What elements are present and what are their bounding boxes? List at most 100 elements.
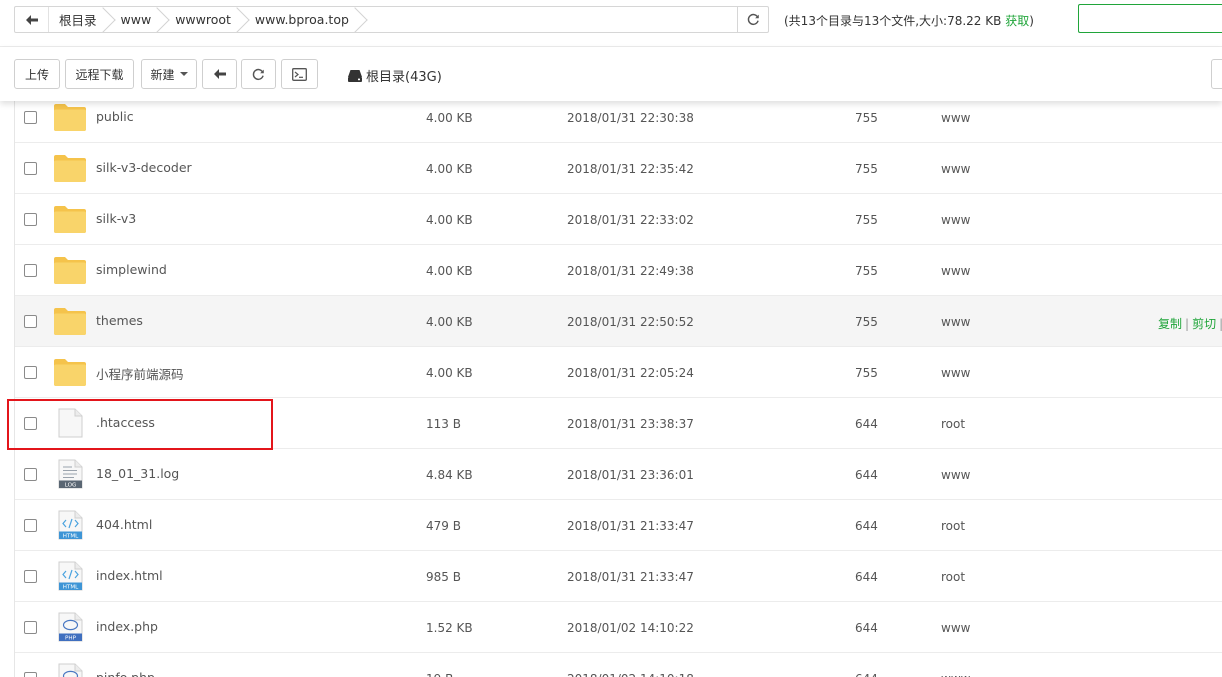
file-row[interactable]: themes 4.00 KB 2018/01/31 22:50:52 755 www 复制…: [15, 296, 1222, 347]
file-row[interactable]: silk-v3 4.00 KB 2018/01/31 22:33:02 755 www: [15, 194, 1222, 245]
svg-text:HTML: HTML: [63, 534, 79, 540]
row-checkbox[interactable]: [24, 213, 37, 226]
row-checkbox[interactable]: [24, 672, 37, 677]
folder-icon[interactable]: [53, 153, 87, 183]
file-name[interactable]: index.php: [96, 619, 158, 634]
breadcrumb-input-area[interactable]: [363, 7, 737, 32]
caret-down-icon: [179, 72, 188, 76]
breadcrumb: 根目录 www wwwroot www.bproa.top: [14, 6, 769, 33]
file-permission[interactable]: 755: [855, 111, 878, 125]
file-owner[interactable]: www: [941, 264, 970, 278]
file-modified-time: 2018/01/31 22:50:52: [567, 315, 694, 329]
folder-icon[interactable]: [53, 204, 87, 234]
log-file-icon[interactable]: LOG: [53, 459, 87, 489]
file-name[interactable]: index.html: [96, 568, 163, 583]
file-owner[interactable]: www: [941, 162, 970, 176]
terminal-button[interactable]: [281, 59, 318, 89]
file-owner[interactable]: www: [941, 213, 970, 227]
file-row[interactable]: 小程序前端源码 4.00 KB 2018/01/31 22:05:24 755 www: [15, 347, 1222, 398]
file-permission[interactable]: 755: [855, 213, 878, 227]
row-checkbox[interactable]: [24, 519, 37, 532]
file-permission[interactable]: 755: [855, 264, 878, 278]
row-checkbox[interactable]: [24, 468, 37, 481]
file-owner[interactable]: www: [941, 366, 970, 380]
row-checkbox[interactable]: [24, 570, 37, 583]
folder-icon[interactable]: [53, 255, 87, 285]
search-input[interactable]: [1078, 4, 1222, 33]
svg-text:HTML: HTML: [63, 585, 79, 591]
file-name[interactable]: public: [96, 109, 134, 124]
svg-text:LOG: LOG: [65, 483, 77, 489]
file-row[interactable]: simplewind 4.00 KB 2018/01/31 22:49:38 755 w…: [15, 245, 1222, 296]
file-owner[interactable]: www: [941, 315, 970, 329]
file-size: 1.52 KB: [426, 621, 473, 635]
file-permission[interactable]: 644: [855, 621, 878, 635]
file-name[interactable]: 18_01_31.log: [96, 466, 179, 481]
file-owner[interactable]: www: [941, 672, 970, 677]
new-button[interactable]: 新建: [141, 59, 197, 89]
file-row[interactable]: HTML 404.html 479 B 2018/01/31 21:33:47 644 r…: [15, 500, 1222, 551]
file-permission[interactable]: 644: [855, 519, 878, 533]
file-owner[interactable]: root: [941, 417, 965, 431]
breadcrumb-item-www[interactable]: www: [111, 7, 166, 32]
view-toggle-button[interactable]: [1211, 59, 1222, 89]
file-permission[interactable]: 644: [855, 417, 878, 431]
html-file-icon[interactable]: HTML: [53, 561, 87, 591]
file-name[interactable]: 小程序前端源码: [96, 364, 184, 383]
file-permission[interactable]: 644: [855, 468, 878, 482]
file-owner[interactable]: www: [941, 621, 970, 635]
file-row[interactable]: silk-v3-decoder 4.00 KB 2018/01/31 22:35:4…: [15, 143, 1222, 194]
disk-indicator[interactable]: 根目录(43G): [348, 66, 442, 85]
file-row[interactable]: PHP index.php 1.52 KB 2018/01/02 14:10:22 64…: [15, 602, 1222, 653]
file-row[interactable]: .htaccess 113 B 2018/01/31 23:38:37 644 root: [15, 398, 1222, 449]
php-file-icon[interactable]: PHP: [53, 612, 87, 642]
row-checkbox[interactable]: [24, 264, 37, 277]
file-row[interactable]: LOG 18_01_31.log 4.84 KB 2018/01/31 23:36:0…: [15, 449, 1222, 500]
get-size-link[interactable]: 获取: [1005, 14, 1029, 28]
upload-button[interactable]: 上传: [14, 59, 60, 89]
file-name[interactable]: simplewind: [96, 262, 167, 277]
breadcrumb-item-site[interactable]: www.bproa.top: [245, 7, 363, 32]
file-owner[interactable]: root: [941, 519, 965, 533]
file-owner[interactable]: root: [941, 570, 965, 584]
row-checkbox[interactable]: [24, 366, 37, 379]
file-name[interactable]: themes: [96, 313, 143, 328]
row-checkbox[interactable]: [24, 417, 37, 430]
file-name[interactable]: silk-v3: [96, 211, 136, 226]
file-row[interactable]: HTML index.html 985 B 2018/01/31 21:33:47 64…: [15, 551, 1222, 602]
row-checkbox[interactable]: [24, 111, 37, 124]
file-permission[interactable]: 644: [855, 570, 878, 584]
path-refresh-button[interactable]: [737, 7, 768, 32]
file-name[interactable]: .htaccess: [96, 415, 155, 430]
breadcrumb-item-wwwroot[interactable]: wwwroot: [165, 7, 245, 32]
file-modified-time: 2018/01/31 21:33:47: [567, 570, 694, 584]
blank-file-icon[interactable]: [53, 408, 87, 438]
file-permission[interactable]: 755: [855, 162, 878, 176]
file-permission[interactable]: 644: [855, 672, 878, 677]
row-checkbox[interactable]: [24, 162, 37, 175]
folder-icon[interactable]: [53, 306, 87, 336]
remote-download-button[interactable]: 远程下载: [65, 59, 134, 89]
refresh-icon: [747, 13, 759, 26]
file-permission[interactable]: 755: [855, 315, 878, 329]
row-checkbox[interactable]: [24, 315, 37, 328]
file-name[interactable]: silk-v3-decoder: [96, 160, 192, 175]
row-checkbox[interactable]: [24, 621, 37, 634]
copy-link[interactable]: 复制: [1158, 317, 1182, 331]
path-back-button[interactable]: [15, 7, 49, 32]
html-file-icon[interactable]: HTML: [53, 510, 87, 540]
file-name[interactable]: pinfo.php: [96, 670, 155, 677]
path-bar: 根目录 www wwwroot www.bproa.top (共13个目录与13…: [0, 0, 1222, 47]
folder-icon[interactable]: [53, 102, 87, 132]
file-owner[interactable]: www: [941, 468, 970, 482]
folder-icon[interactable]: [53, 357, 87, 387]
refresh-button[interactable]: [241, 59, 276, 89]
php-file-icon[interactable]: PHP: [53, 663, 87, 677]
file-row[interactable]: PHP pinfo.php 19 B 2018/01/02 14:10:18 644 ww…: [15, 653, 1222, 677]
file-name[interactable]: 404.html: [96, 517, 152, 532]
cut-link[interactable]: 剪切: [1192, 317, 1216, 331]
file-permission[interactable]: 755: [855, 366, 878, 380]
file-owner[interactable]: www: [941, 111, 970, 125]
breadcrumb-item-root[interactable]: 根目录: [49, 7, 111, 32]
back-button[interactable]: [202, 59, 237, 89]
